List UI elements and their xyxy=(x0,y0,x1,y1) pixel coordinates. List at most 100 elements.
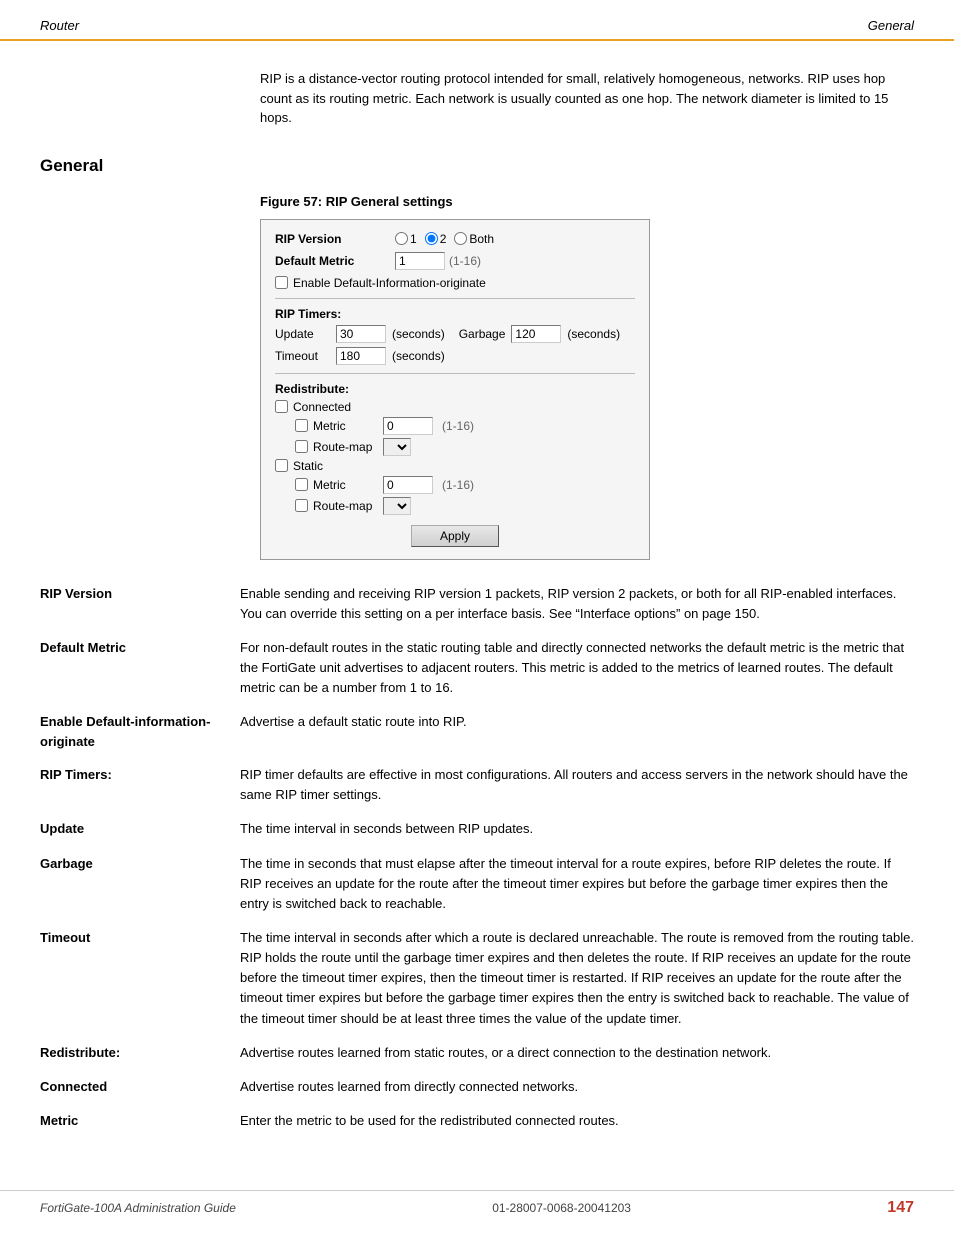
def-desc: Advertise a default static route into RI… xyxy=(240,712,914,732)
def-row: Enable Default-information-originateAdve… xyxy=(40,712,914,751)
def-desc: Enable sending and receiving RIP version… xyxy=(240,584,914,624)
update-unit: (seconds) xyxy=(392,327,445,341)
def-term: Enable Default-information-originate xyxy=(40,712,240,751)
enable-default-checkbox[interactable] xyxy=(275,276,288,289)
default-metric-input[interactable] xyxy=(395,252,445,270)
redistribute-label: Redistribute: xyxy=(275,382,635,396)
connected-routemap-row: Route-map xyxy=(295,438,635,456)
default-metric-label: Default Metric xyxy=(275,254,395,268)
figure-caption: Figure 57: RIP General settings xyxy=(260,194,914,209)
garbage-label: Garbage xyxy=(459,327,506,341)
def-desc: RIP timer defaults are effective in most… xyxy=(240,765,914,805)
def-term: Metric xyxy=(40,1111,240,1131)
def-row: RIP VersionEnable sending and receiving … xyxy=(40,584,914,624)
def-term: Update xyxy=(40,819,240,839)
header-right: General xyxy=(868,18,914,33)
timeout-input[interactable] xyxy=(336,347,386,365)
connected-metric-input[interactable] xyxy=(383,417,433,435)
apply-button[interactable]: Apply xyxy=(411,525,499,547)
footer-right: 147 xyxy=(887,1199,914,1217)
garbage-unit: (seconds) xyxy=(567,327,620,341)
def-desc: The time interval in seconds after which… xyxy=(240,928,914,1029)
static-metric-range: (1-16) xyxy=(442,478,474,492)
page-footer: FortiGate-100A Administration Guide 01-2… xyxy=(0,1190,954,1217)
connected-metric-row: Metric (1-16) xyxy=(295,417,635,435)
connected-routemap-label: Route-map xyxy=(313,440,378,454)
def-row: RIP Timers:RIP timer defaults are effect… xyxy=(40,765,914,805)
connected-item: Connected xyxy=(275,400,635,414)
def-term: Garbage xyxy=(40,854,240,874)
update-input[interactable] xyxy=(336,325,386,343)
update-garbage-row: Update (seconds) Garbage (seconds) xyxy=(275,325,635,343)
connected-routemap-checkbox[interactable] xyxy=(295,440,308,453)
connected-metric-label: Metric xyxy=(313,419,378,433)
rip-version-radio-group: 1 2 Both xyxy=(395,232,494,246)
garbage-input[interactable] xyxy=(511,325,561,343)
rip-version-1-option[interactable]: 1 xyxy=(395,232,417,246)
page-content: RIP is a distance-vector routing protoco… xyxy=(0,41,954,1175)
def-row: Redistribute:Advertise routes learned fr… xyxy=(40,1043,914,1063)
enable-default-row: Enable Default-Information-originate xyxy=(275,276,635,290)
def-row: GarbageThe time in seconds that must ela… xyxy=(40,854,914,914)
default-metric-range: (1-16) xyxy=(449,254,481,268)
connected-metric-checkbox[interactable] xyxy=(295,419,308,432)
def-desc: The time interval in seconds between RIP… xyxy=(240,819,914,839)
section-heading: General xyxy=(40,156,914,176)
static-routemap-select[interactable] xyxy=(383,497,411,515)
separator-1 xyxy=(275,298,635,299)
apply-btn-row: Apply xyxy=(275,525,635,547)
footer-left: FortiGate-100A Administration Guide xyxy=(40,1201,236,1215)
static-checkbox[interactable] xyxy=(275,459,288,472)
def-term: Default Metric xyxy=(40,638,240,658)
def-term: Connected xyxy=(40,1077,240,1097)
rip-version-1-radio[interactable] xyxy=(395,232,408,245)
def-term: RIP Version xyxy=(40,584,240,604)
def-row: ConnectedAdvertise routes learned from d… xyxy=(40,1077,914,1097)
static-metric-label: Metric xyxy=(313,478,378,492)
static-metric-checkbox[interactable] xyxy=(295,478,308,491)
connected-checkbox[interactable] xyxy=(275,400,288,413)
def-row: UpdateThe time interval in seconds betwe… xyxy=(40,819,914,839)
timeout-unit: (seconds) xyxy=(392,349,445,363)
static-label: Static xyxy=(293,459,323,473)
static-routemap-label: Route-map xyxy=(313,499,378,513)
def-row: Default MetricFor non-default routes in … xyxy=(40,638,914,698)
def-term: Redistribute: xyxy=(40,1043,240,1063)
connected-routemap-select[interactable] xyxy=(383,438,411,456)
rip-version-both-option[interactable]: Both xyxy=(454,232,494,246)
def-term: RIP Timers: xyxy=(40,765,240,785)
static-routemap-checkbox[interactable] xyxy=(295,499,308,512)
def-row: TimeoutThe time interval in seconds afte… xyxy=(40,928,914,1029)
def-desc: Advertise routes learned from directly c… xyxy=(240,1077,914,1097)
def-desc: For non-default routes in the static rou… xyxy=(240,638,914,698)
definition-table: RIP VersionEnable sending and receiving … xyxy=(40,584,914,1132)
rip-version-both-radio[interactable] xyxy=(454,232,467,245)
def-row: MetricEnter the metric to be used for th… xyxy=(40,1111,914,1131)
rip-version-label: RIP Version xyxy=(275,232,395,246)
page-header: Router General xyxy=(0,0,954,41)
def-desc: Enter the metric to be used for the redi… xyxy=(240,1111,914,1131)
redistribute-section: Redistribute: Connected Metric (1-16) Ro… xyxy=(275,382,635,515)
rip-timers-label: RIP Timers: xyxy=(275,307,635,321)
static-metric-input[interactable] xyxy=(383,476,433,494)
def-term: Timeout xyxy=(40,928,240,948)
def-desc: Advertise routes learned from static rou… xyxy=(240,1043,914,1063)
timeout-label: Timeout xyxy=(275,349,330,363)
header-left: Router xyxy=(40,18,79,33)
rip-settings-box: RIP Version 1 2 Both Default Metric xyxy=(260,219,650,560)
figure-container: Figure 57: RIP General settings RIP Vers… xyxy=(260,194,914,560)
rip-version-2-option[interactable]: 2 xyxy=(425,232,447,246)
connected-metric-range: (1-16) xyxy=(442,419,474,433)
update-label: Update xyxy=(275,327,330,341)
enable-default-label: Enable Default-Information-originate xyxy=(293,276,486,290)
def-desc: The time in seconds that must elapse aft… xyxy=(240,854,914,914)
static-routemap-row: Route-map xyxy=(295,497,635,515)
connected-label: Connected xyxy=(293,400,351,414)
static-item: Static xyxy=(275,459,635,473)
rip-version-2-radio[interactable] xyxy=(425,232,438,245)
timeout-row: Timeout (seconds) xyxy=(275,347,635,365)
separator-2 xyxy=(275,373,635,374)
static-metric-row: Metric (1-16) xyxy=(295,476,635,494)
intro-text: RIP is a distance-vector routing protoco… xyxy=(260,69,914,128)
default-metric-row: Default Metric (1-16) xyxy=(275,252,635,270)
